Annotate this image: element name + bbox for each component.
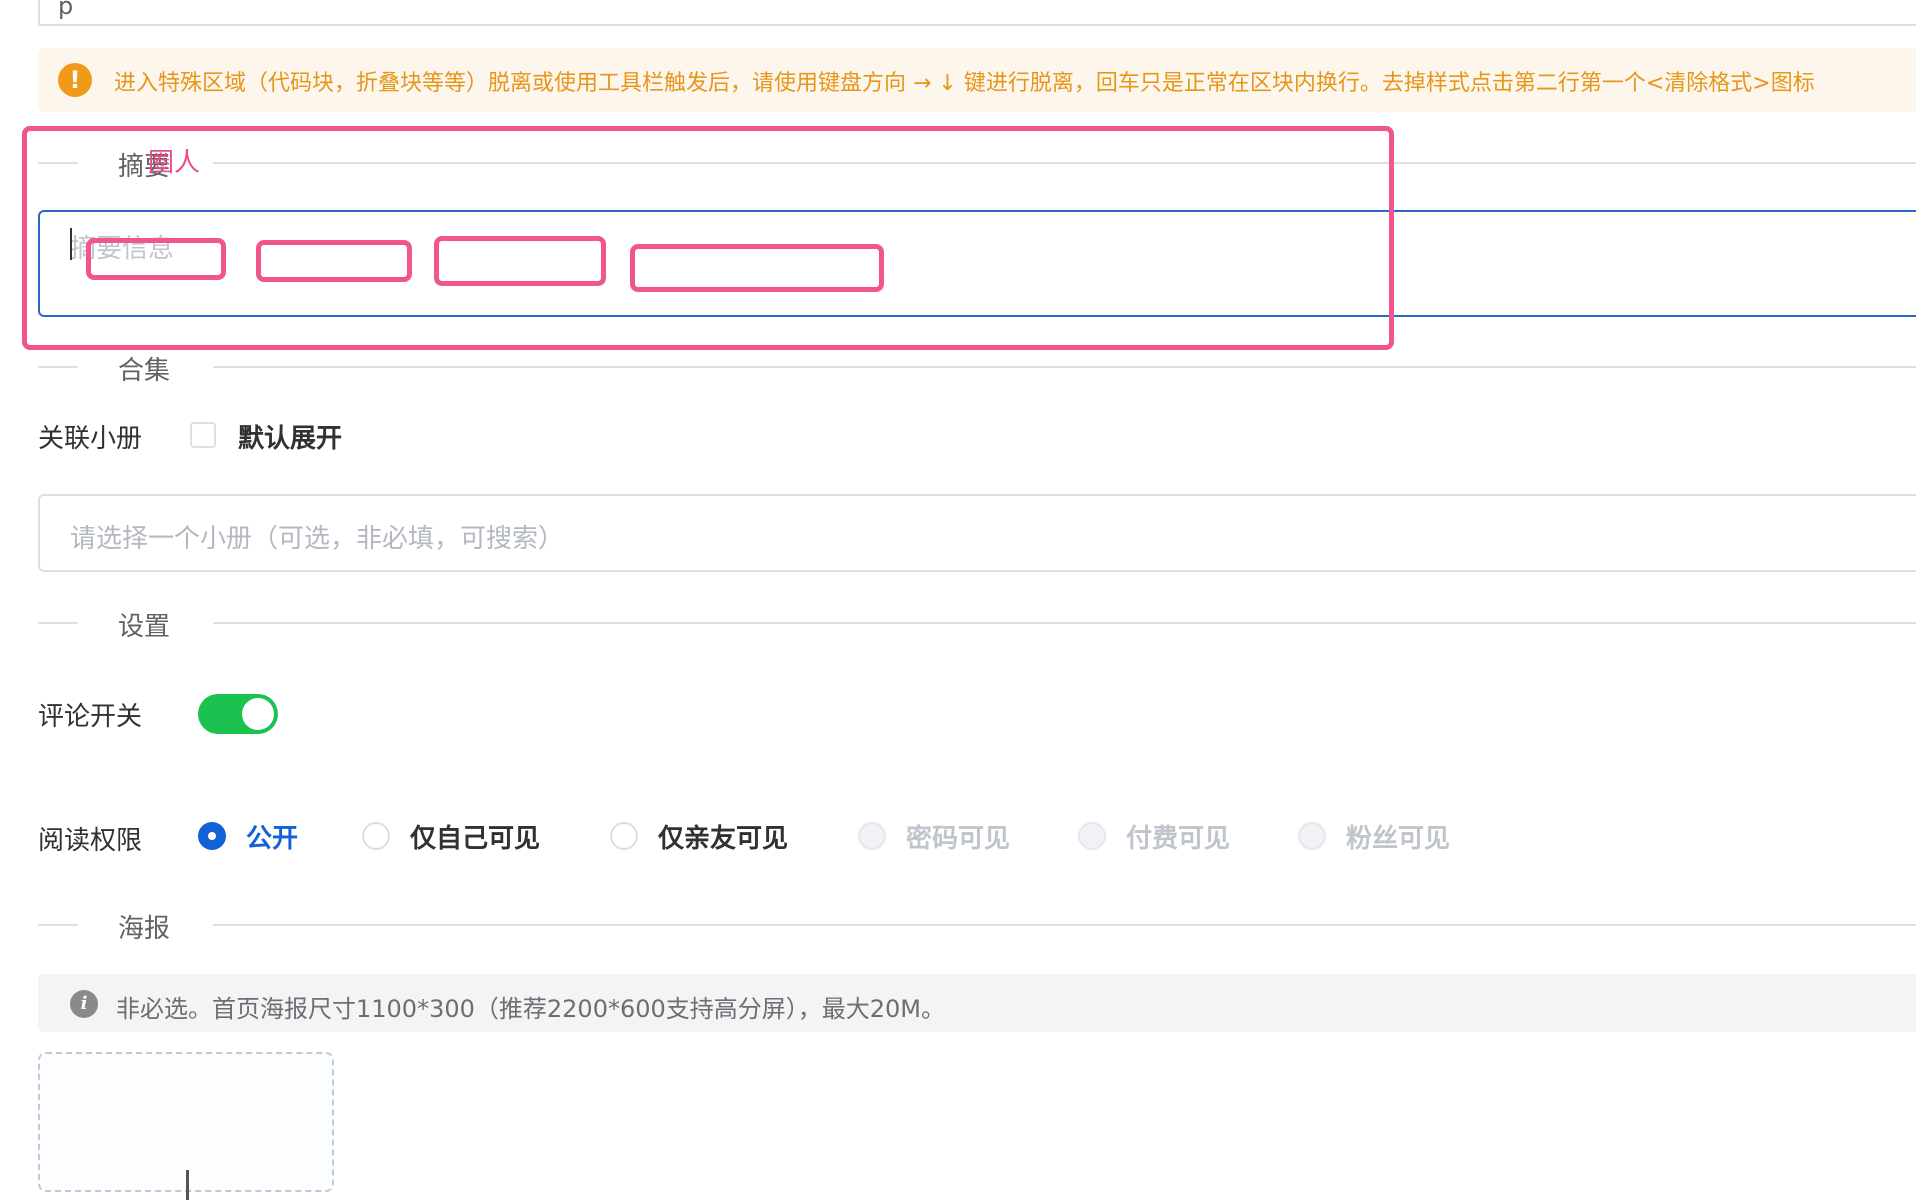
radio-public-label[interactable]: 公开 xyxy=(246,818,298,855)
radio-paid-label: 付费可见 xyxy=(1126,824,1231,854)
radio-password xyxy=(858,822,886,850)
default-expand-label[interactable]: 默认展开 xyxy=(238,418,342,455)
info-icon: i xyxy=(70,990,98,1018)
radio-password-label: 密码可见 xyxy=(906,824,1011,854)
highlight-box-1 xyxy=(86,238,226,280)
warning-alert: ! 进入特殊区域（代码块，折叠块等等）脱离或使用工具栏触发后，请使用键盘方向 →… xyxy=(38,48,1916,112)
switch-knob xyxy=(242,698,274,730)
booklet-select[interactable]: 请选择一个小册（可选，非必填，可搜索） xyxy=(38,494,1916,572)
poster-divider: 海报 xyxy=(38,904,1916,944)
highlight-box-3 xyxy=(434,236,606,286)
comment-toggle-label: 评论开关 xyxy=(38,702,143,732)
radio-self-only[interactable] xyxy=(362,822,390,850)
poster-section-title: 海报 xyxy=(118,914,171,944)
settings-section-title: 设置 xyxy=(118,612,171,642)
settings-divider: 设置 xyxy=(38,602,1916,642)
poster-upload-area[interactable] xyxy=(38,1052,334,1200)
booklet-select-placeholder: 请选择一个小册（可选，非必填，可搜索） xyxy=(70,524,565,554)
warning-text: 进入特殊区域（代码块，折叠块等等）脱离或使用工具栏触发后，请使用键盘方向 → ↓… xyxy=(114,71,1815,96)
read-permission-label: 阅读权限 xyxy=(38,826,143,856)
poster-info-alert: i 非必选。首页海报尺寸1100*300（推荐2200*600支持高分屏），最大… xyxy=(38,974,1916,1032)
highlight-box-large xyxy=(22,126,1394,350)
highlight-box-2 xyxy=(256,240,412,282)
radio-public[interactable] xyxy=(198,822,226,850)
radio-friends-only-label[interactable]: 仅亲友可见 xyxy=(658,818,788,855)
comment-toggle-switch[interactable] xyxy=(198,694,278,734)
poster-info-text: 非必选。首页海报尺寸1100*300（推荐2200*600支持高分屏），最大20… xyxy=(116,995,946,1023)
top-input-value: p xyxy=(58,0,74,20)
radio-fans xyxy=(1298,822,1326,850)
default-expand-checkbox[interactable] xyxy=(190,422,216,448)
radio-fans-label: 粉丝可见 xyxy=(1346,824,1451,854)
radio-friends-only[interactable] xyxy=(610,822,638,850)
collection-section-title: 合集 xyxy=(118,356,171,386)
linked-booklet-label: 关联小册 xyxy=(38,424,143,454)
top-input[interactable]: p xyxy=(38,0,1916,26)
plus-icon xyxy=(186,1170,189,1200)
radio-paid xyxy=(1078,822,1106,850)
highlight-box-4 xyxy=(630,244,884,292)
radio-self-only-label[interactable]: 仅自己可见 xyxy=(410,818,540,855)
collection-divider: 合集 xyxy=(38,346,1916,386)
warning-icon: ! xyxy=(58,63,92,97)
